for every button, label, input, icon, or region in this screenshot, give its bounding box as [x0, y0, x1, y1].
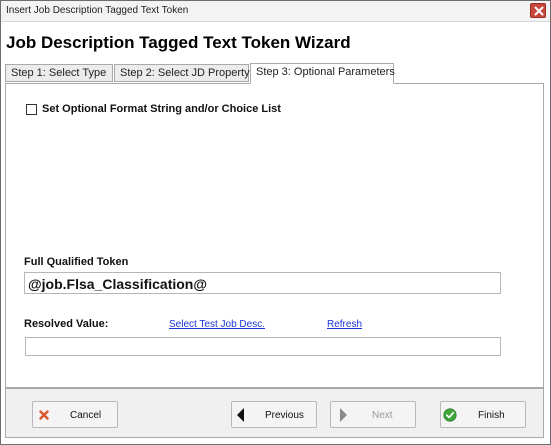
next-button[interactable]: Next	[330, 401, 416, 428]
tab-step-2[interactable]: Step 2: Select JD Property	[114, 64, 250, 82]
tab-step-3[interactable]: Step 3: Optional Parameters	[250, 63, 395, 84]
token-label: Full Qualified Token	[24, 256, 129, 268]
title-bar: Insert Job Description Tagged Text Token	[1, 1, 550, 22]
finish-button[interactable]: Finish	[440, 401, 526, 428]
select-test-job-desc-link[interactable]: Select Test Job Desc.	[169, 319, 265, 330]
tab-step-1[interactable]: Step 1: Select Type	[5, 64, 113, 82]
token-value: @job.Flsa_Classification@	[28, 276, 208, 292]
next-label: Next	[372, 410, 393, 421]
arrow-right-icon	[340, 408, 347, 422]
arrow-left-icon	[237, 408, 244, 422]
resolved-value-label: Resolved Value:	[24, 318, 109, 330]
previous-button[interactable]: Previous	[231, 401, 317, 428]
cancel-button[interactable]: Cancel	[32, 401, 118, 428]
x-icon	[39, 410, 49, 420]
refresh-link[interactable]: Refresh	[327, 319, 362, 330]
close-button[interactable]	[530, 3, 546, 18]
previous-label: Previous	[265, 410, 304, 421]
optional-format-label: Set Optional Format String and/or Choice…	[42, 103, 281, 115]
finish-label: Finish	[478, 410, 505, 421]
close-icon	[534, 6, 544, 16]
cancel-label: Cancel	[70, 410, 102, 421]
wizard-title: Job Description Tagged Text Token Wizard	[6, 33, 351, 52]
window-title: Insert Job Description Tagged Text Token	[6, 5, 189, 16]
check-circle-icon	[443, 408, 457, 422]
resolved-value-field[interactable]	[25, 337, 501, 356]
optional-format-checkbox[interactable]	[26, 104, 37, 115]
token-field[interactable]: @job.Flsa_Classification@	[24, 272, 501, 294]
